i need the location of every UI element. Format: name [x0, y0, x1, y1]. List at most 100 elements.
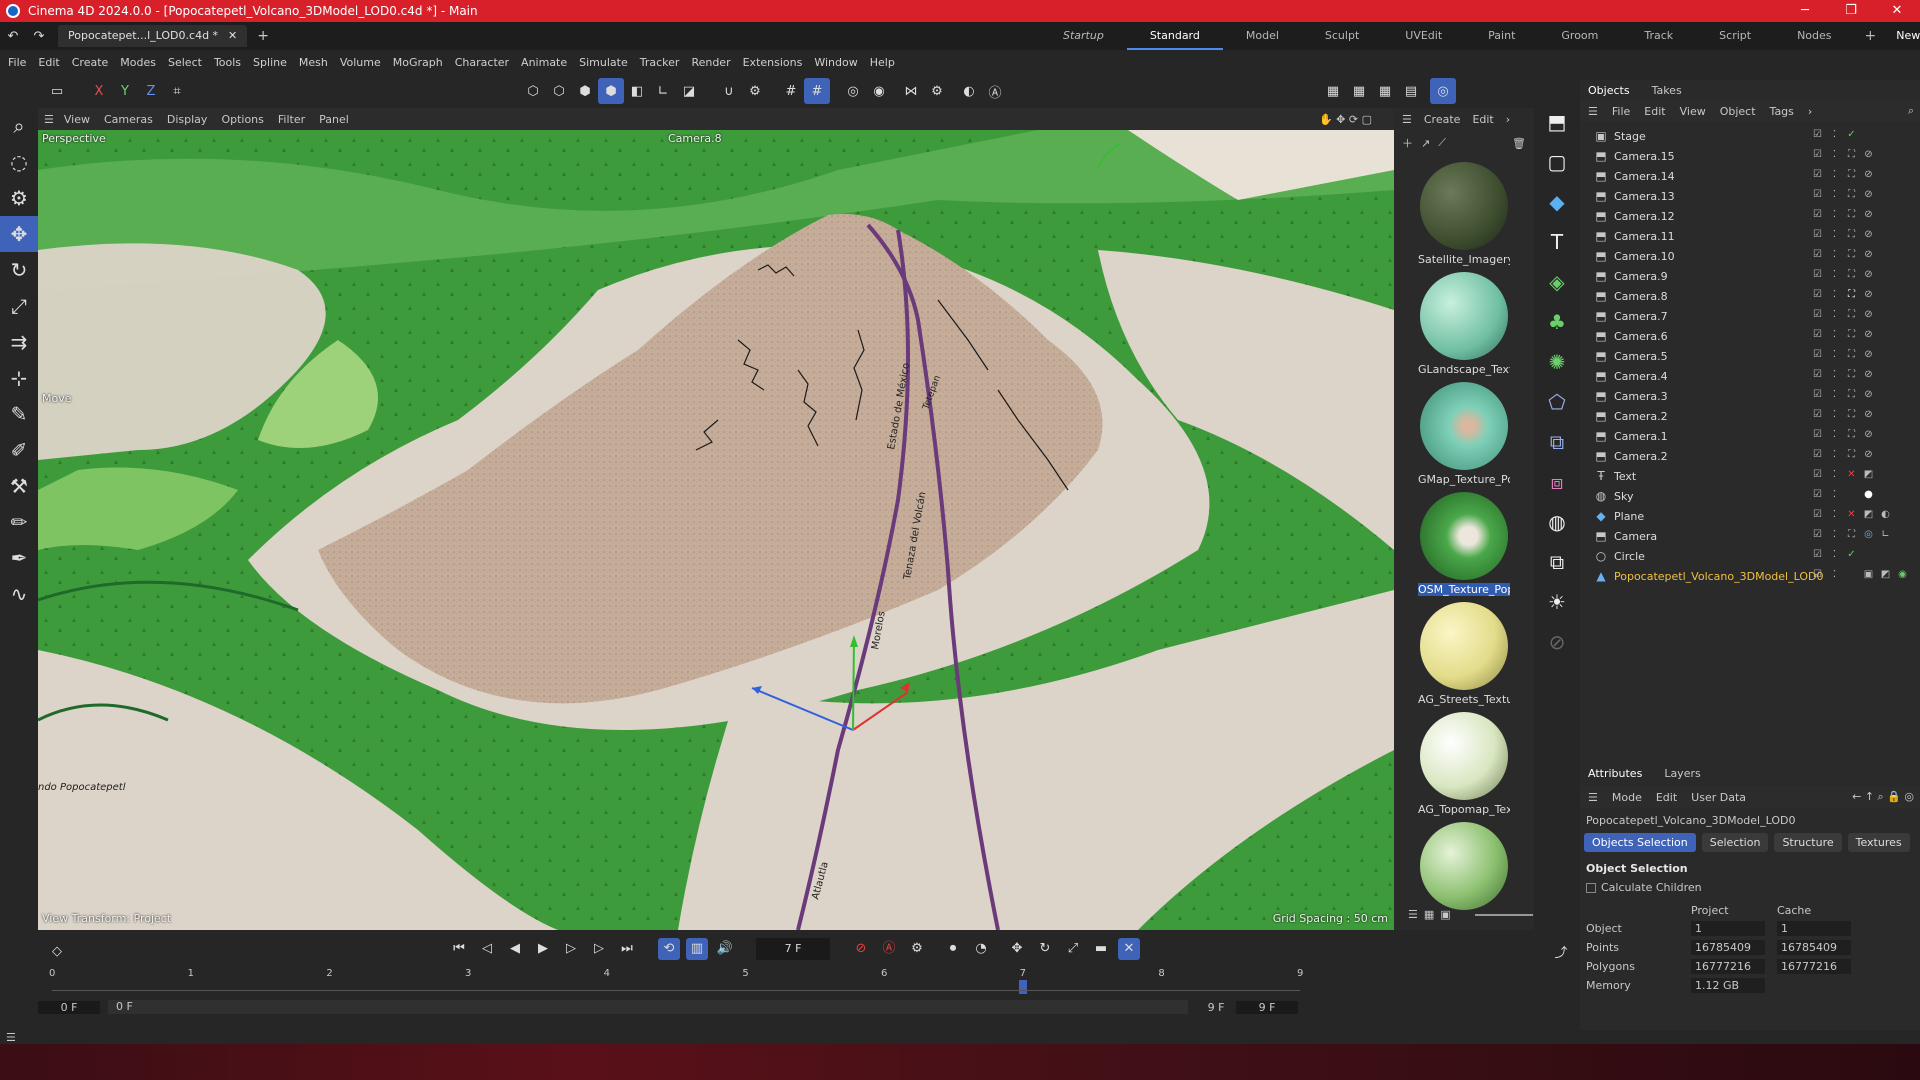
keyframe-diamond-icon[interactable]: ◇ [44, 938, 70, 964]
autokey-icon[interactable]: Ⓐ [878, 938, 900, 960]
attr-menu-user-data[interactable]: User Data [1691, 791, 1746, 804]
object-manager-hamburger-icon[interactable]: ☰ [1588, 105, 1598, 118]
menu-animate[interactable]: Animate [521, 56, 567, 69]
menu-select[interactable]: Select [168, 56, 202, 69]
cube-create-icon[interactable]: ◆ [1539, 184, 1575, 220]
3d-viewport[interactable]: Estado de México Morelos Tenaza del Volc… [38, 130, 1394, 930]
points-mode-icon[interactable]: ⬡ [520, 78, 546, 104]
viewport-nav-icons[interactable]: ✋ ✥ ⟳ ▢ [1319, 113, 1372, 126]
snap-magnet-icon[interactable]: ∪ [716, 78, 742, 104]
objects-selection-button[interactable]: Objects Selection [1584, 833, 1696, 852]
menu-help[interactable]: Help [870, 56, 895, 69]
axis-lock-icon[interactable]: Ⓐ [982, 78, 1008, 104]
object-row[interactable]: ⬒ Camera.8 ☑ ⁚ ⛶ ⊘ [1580, 286, 1920, 306]
select-settings-icon[interactable]: ⚙ [0, 180, 38, 216]
paint-tool-icon[interactable]: ✒ [0, 540, 38, 576]
workplane-icon[interactable]: # [804, 78, 830, 104]
trash-icon[interactable]: 🗑 [1512, 137, 1526, 150]
viewport-menu-display[interactable]: Display [167, 113, 208, 126]
layout-tab-startup[interactable]: Startup [1040, 22, 1127, 50]
grid-view-icon[interactable]: ▦ [1424, 908, 1434, 921]
material-item[interactable]: OSM_Texture_Pop [1418, 492, 1510, 596]
menu-simulate[interactable]: Simulate [579, 56, 628, 69]
light-create-icon[interactable]: ☀ [1539, 584, 1575, 620]
preview-range-icon[interactable]: ▥ [686, 938, 708, 960]
material-item[interactable]: AG_Topomap_Tex [1418, 712, 1510, 816]
restore-button[interactable]: ❐ [1828, 0, 1874, 22]
go-to-start-icon[interactable]: ⏮ [448, 938, 470, 960]
move-tool-icon[interactable]: ✥ [0, 216, 38, 252]
object-row[interactable]: Ŧ Text ☑ ⁚ ✕ ◩ [1580, 466, 1920, 486]
close-window-button[interactable]: ✕ [1874, 0, 1920, 22]
viewport-menu-cameras[interactable]: Cameras [104, 113, 153, 126]
generator-create-icon[interactable]: ◈ [1539, 264, 1575, 300]
object-row[interactable]: ⬒ Camera.11 ☑ ⁚ ⛶ ⊘ [1580, 226, 1920, 246]
go-to-end-icon[interactable]: ⏭ [616, 938, 638, 960]
render-settings-icon[interactable]: ▦ [1372, 78, 1398, 104]
key-type-icon[interactable]: ⏺ [942, 938, 964, 960]
layout-tab-standard[interactable]: Standard [1126, 22, 1223, 50]
axis-mode-icon[interactable]: ∟ [650, 78, 676, 104]
object-row[interactable]: ⬒ Camera.5 ☑ ⁚ ⛶ ⊘ [1580, 346, 1920, 366]
tab-takes[interactable]: Takes [1652, 84, 1682, 97]
obj-menu-tags[interactable]: Tags [1770, 105, 1794, 118]
range-end-field[interactable]: 9 F [1236, 1000, 1298, 1014]
layout-tab-track[interactable]: Track [1621, 22, 1696, 50]
menu-mesh[interactable]: Mesh [299, 56, 328, 69]
textures-button[interactable]: Textures [1847, 833, 1910, 852]
key-pla-icon[interactable]: ✕ [1118, 938, 1140, 960]
large-view-icon[interactable]: ▣ [1440, 908, 1450, 921]
layout-tab-script[interactable]: Script [1696, 22, 1774, 50]
layout-tab-uvedit[interactable]: UVEdit [1382, 22, 1465, 50]
menu-render[interactable]: Render [691, 56, 730, 69]
viewport-menu-view[interactable]: View [64, 113, 90, 126]
object-row[interactable]: ⬒ Camera.2 ☑ ⁚ ⛶ ⊘ [1580, 446, 1920, 466]
layout-tab-paint[interactable]: Paint [1465, 22, 1538, 50]
soft-selection-icon[interactable]: ◎ [840, 78, 866, 104]
knife-tool-icon[interactable]: ⚒ [0, 468, 38, 504]
menu-extensions[interactable]: Extensions [743, 56, 803, 69]
interactive-render-icon[interactable]: ◎ [1430, 78, 1456, 104]
material-menu-create[interactable]: Create [1424, 113, 1461, 126]
key-param-icon[interactable]: ▬ [1090, 938, 1112, 960]
spline-create-icon[interactable]: ▢ [1539, 144, 1575, 180]
placement-tool-icon[interactable]: ⊹ [0, 360, 38, 396]
playhead-marker[interactable] [1018, 980, 1027, 994]
menu-mograph[interactable]: MoGraph [393, 56, 443, 69]
key-interpolation-icon[interactable]: ◔ [970, 938, 992, 960]
material-item[interactable] [1418, 822, 1510, 913]
apply-material-icon[interactable]: ↗ [1421, 137, 1430, 150]
current-frame-field[interactable]: 7 F [756, 938, 830, 960]
timeline-graph-icon[interactable]: ⤴ [1548, 938, 1574, 964]
viewport-hamburger-icon[interactable]: ☰ [44, 113, 54, 126]
menu-tools[interactable]: Tools [214, 56, 241, 69]
scene-create-icon[interactable]: ⧉ [1539, 544, 1575, 580]
document-tab[interactable]: Popocatepet...l_LOD0.c4d * ✕ [58, 25, 248, 47]
material-item[interactable]: Satellite_Imagery_ [1418, 162, 1510, 266]
object-row[interactable]: ⬒ Camera ☑ ⁚ ⛶ ◎ ∟ [1580, 526, 1920, 546]
object-row[interactable]: ⬒ Camera.13 ☑ ⁚ ⛶ ⊘ [1580, 186, 1920, 206]
material-item[interactable]: AG_Streets_Textur [1418, 602, 1510, 706]
spline-sketch-icon[interactable]: ✐ [0, 432, 38, 468]
minimize-button[interactable]: ─ [1782, 0, 1828, 22]
magnify-icon[interactable]: ⌕ [0, 108, 38, 144]
field-create-icon[interactable]: ✺ [1539, 344, 1575, 380]
axis-y-toggle[interactable]: Y [112, 78, 138, 104]
key-position-icon[interactable]: ✥ [1006, 938, 1028, 960]
effector-create-icon[interactable]: ⧉ [1539, 424, 1575, 460]
live-selection-icon[interactable]: ◌ [0, 144, 38, 180]
object-mode-icon[interactable]: ⬢ [598, 78, 624, 104]
environment-create-icon[interactable]: ◍ [1539, 504, 1575, 540]
menu-window[interactable]: Window [814, 56, 857, 69]
selection-button[interactable]: Selection [1701, 833, 1769, 852]
axis-z-toggle[interactable]: Z [138, 78, 164, 104]
list-view-icon[interactable]: ☰ [1408, 908, 1418, 921]
text-create-icon[interactable]: T [1539, 224, 1575, 260]
new-layouts-label[interactable]: New Layouts [1886, 22, 1920, 70]
loop-icon[interactable]: ⟲ [658, 938, 680, 960]
object-row[interactable]: ▣ Stage ☑ ⁚ ✓ [1580, 126, 1920, 146]
key-scale-icon[interactable]: ⤢ [1062, 938, 1084, 960]
deformer-create-icon[interactable]: ♣ [1539, 304, 1575, 340]
mograph-create-icon[interactable]: ⧈ [1539, 464, 1575, 500]
layout-tab-nodes[interactable]: Nodes [1774, 22, 1854, 50]
